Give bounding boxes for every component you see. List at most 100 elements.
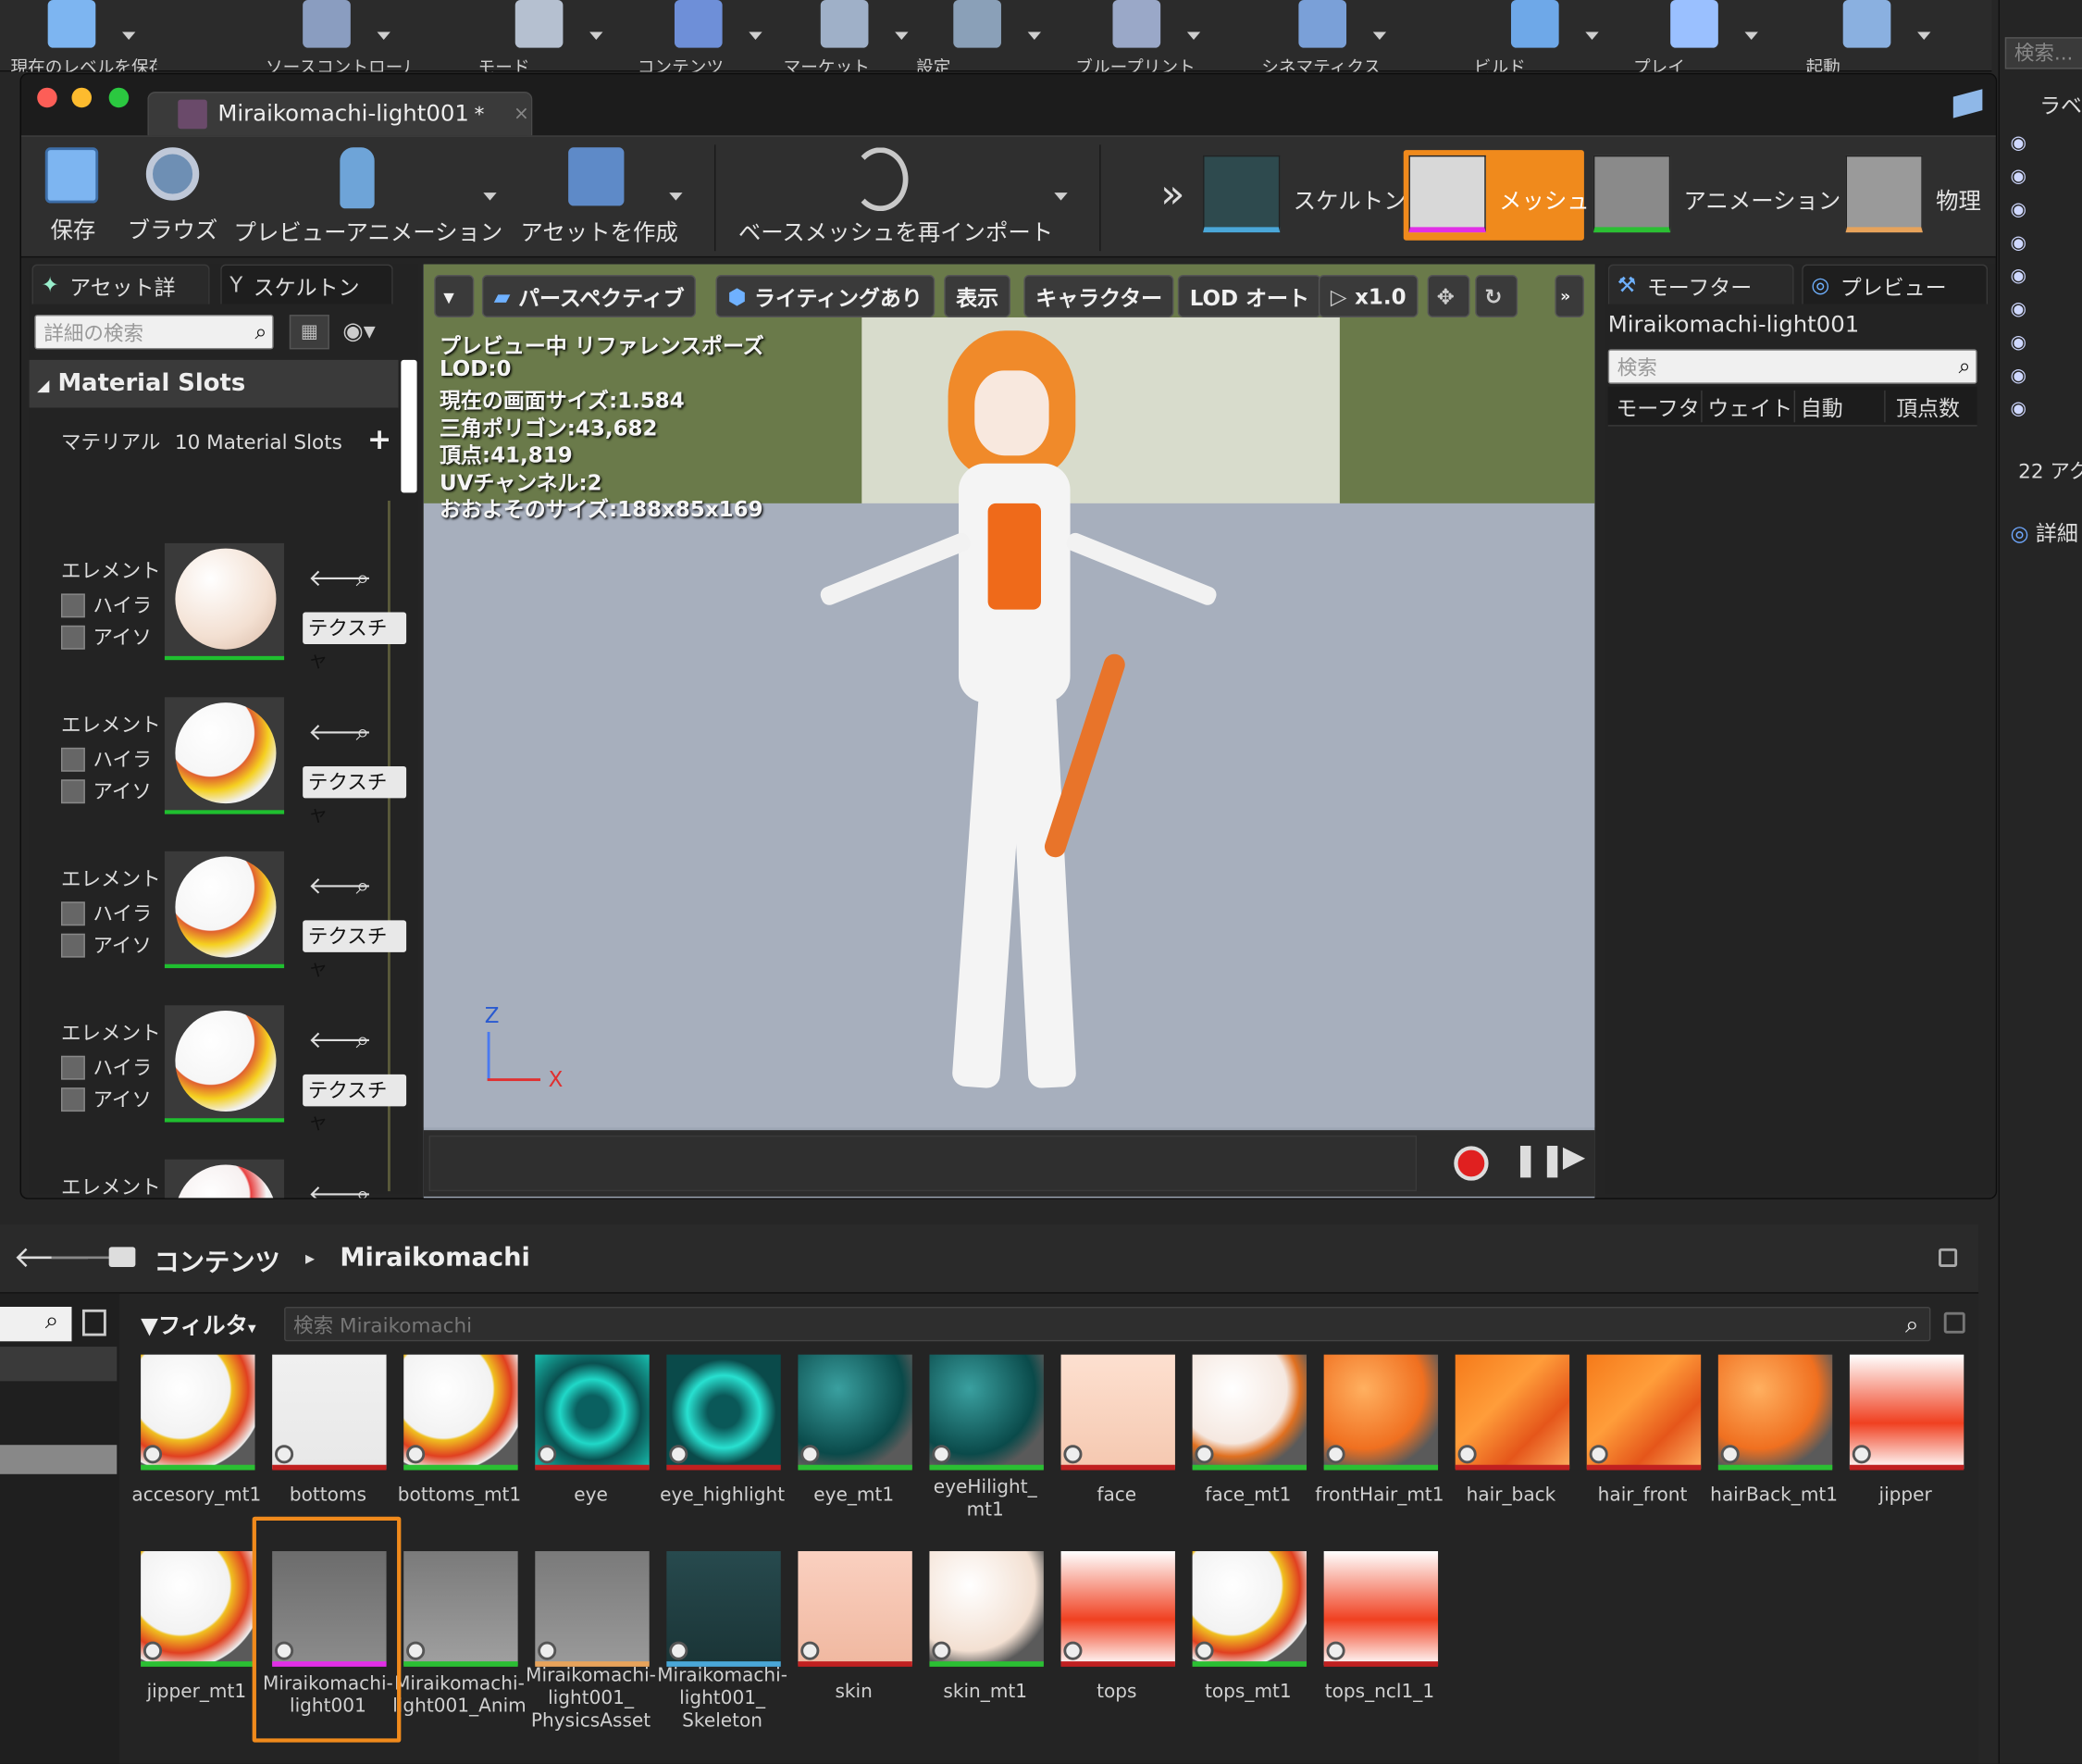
details-search-input[interactable]: 詳細の検索 ⌕ (34, 315, 274, 350)
content-search-input[interactable]: 検索 Miraikomachi ⌕ (284, 1306, 1931, 1342)
reimport-base-mesh-button[interactable]: ベースメッシュを再インポート (738, 147, 1084, 247)
asset-tile[interactable]: jipper_mt1 (135, 1551, 257, 1750)
browse-magnifier-icon[interactable]: ⌕ (356, 1181, 369, 1199)
add-material-slot-button[interactable]: + (367, 424, 391, 457)
timeline-scrubber[interactable] (428, 1135, 1418, 1192)
material-slots-header[interactable]: ◢ Material Slots (29, 359, 399, 408)
filters-button[interactable]: ▼フィルタ▾ (141, 1307, 256, 1340)
document-tab[interactable]: Miraikomachi-light001 * × (147, 92, 533, 136)
isolate-checkbox[interactable] (61, 779, 85, 804)
asset-tile[interactable]: eye_mt1 (793, 1354, 915, 1554)
preview-viewport[interactable]: ▾ ▰ パースペクティブ ⬢ ライティングあり 表示 キャラクター LOD オー… (423, 264, 1595, 1199)
physics-mode-tab[interactable]: 物理 (1845, 150, 1992, 241)
asset-tile[interactable]: tops (1056, 1551, 1178, 1750)
column-weight[interactable]: ウェイト (1701, 390, 1793, 422)
lighting-button[interactable]: ⬢ ライティングあり (715, 275, 935, 317)
lod-button[interactable]: LOD オート (1177, 275, 1321, 317)
asset-tile[interactable]: tops_mt1 (1187, 1551, 1309, 1750)
asset-tile[interactable]: frontHair_mt1 (1315, 1354, 1444, 1554)
skeleton-mode-tab[interactable]: スケルトン (1203, 150, 1407, 241)
main-toolbar-floppy-button[interactable]: 現在のレベルを保存 (10, 0, 156, 71)
save-button[interactable]: 保存 (43, 147, 109, 244)
texture-dropdown[interactable]: テクスチャ (303, 765, 407, 826)
character-button[interactable]: キャラクター (1023, 275, 1175, 317)
texture-dropdown[interactable]: テクスチャ (303, 1074, 407, 1134)
highlight-checkbox[interactable] (61, 901, 85, 926)
perspective-button[interactable]: ▰ パースペクティブ (481, 275, 697, 317)
main-toolbar-blueprint-button[interactable]: ブループリント (1075, 0, 1201, 71)
playback-speed-button[interactable]: ▷ x1.0 (1318, 275, 1419, 317)
main-toolbar-settings-button[interactable]: 設定 (916, 0, 1042, 71)
chevron-down-icon[interactable] (669, 193, 683, 201)
chevron-down-icon[interactable] (1372, 31, 1387, 41)
asset-tile[interactable]: eyeHilight_ mt1 (924, 1354, 1047, 1554)
main-toolbar-launch-button[interactable]: 起動 (1806, 0, 1931, 71)
breadcrumb-root[interactable]: コンテンツ (154, 1243, 279, 1279)
asset-tile[interactable]: hair_back (1450, 1354, 1572, 1554)
browse-magnifier-icon[interactable]: ⌕ (356, 718, 369, 746)
material-thumbnail[interactable] (164, 542, 285, 661)
skeleton-tree-tab[interactable]: Y スケルトン (220, 264, 393, 304)
chevron-down-icon[interactable] (122, 31, 136, 41)
chevron-down-icon[interactable] (1027, 31, 1042, 41)
asset-tile[interactable]: skin (793, 1551, 915, 1750)
viewport-overflow-button[interactable]: » (1555, 275, 1584, 317)
details-tab[interactable]: ◎ 詳細 (2011, 516, 2078, 547)
chevron-down-icon[interactable] (1186, 31, 1201, 41)
source-tree-row-highlight[interactable] (0, 1445, 118, 1474)
translate-tool-button[interactable]: ✥ (1427, 275, 1470, 317)
asset-tile[interactable]: face_mt1 (1187, 1354, 1309, 1554)
close-window-button[interactable] (37, 87, 57, 108)
main-toolbar-build-button[interactable]: ビルド (1474, 0, 1599, 71)
chevron-down-icon[interactable] (1585, 31, 1599, 41)
material-thumbnail[interactable] (164, 1159, 285, 1199)
main-toolbar-modes-button[interactable]: モード (478, 0, 603, 71)
highlight-checkbox[interactable] (61, 1055, 85, 1080)
source-tree-row-selected[interactable] (0, 1347, 118, 1382)
material-thumbnail[interactable] (164, 851, 285, 969)
preview-settings-tab[interactable]: ◎ プレビュー (1802, 264, 1989, 304)
chevron-down-icon[interactable] (1744, 31, 1758, 41)
asset-tile[interactable]: bottoms (266, 1354, 389, 1554)
isolate-checkbox[interactable] (61, 933, 85, 958)
details-scrollbar[interactable] (401, 359, 417, 493)
isolate-checkbox[interactable] (61, 1087, 85, 1112)
column-morph-target[interactable]: モーフタ (1608, 390, 1701, 421)
asset-details-tab[interactable]: ✦ アセット詳 (31, 264, 210, 304)
step-forward-button[interactable]: ▶ (1563, 1141, 1585, 1174)
morph-search-input[interactable]: 検索 ⌕ (1607, 349, 1977, 384)
main-toolbar-content-button[interactable]: コンテンツ (638, 0, 762, 71)
asset-tile[interactable]: face (1056, 1354, 1178, 1554)
breadcrumb-folder[interactable]: Miraikomachi (340, 1243, 530, 1273)
minimize-window-button[interactable] (71, 87, 93, 108)
material-thumbnail[interactable] (164, 1005, 285, 1123)
asset-tile[interactable]: hair_front (1581, 1354, 1704, 1554)
browse-button[interactable]: ブラウズ (128, 147, 220, 244)
main-toolbar-source-control-button[interactable]: ソースコントロール (266, 0, 412, 71)
rotate-tool-button[interactable]: ↻ (1475, 275, 1518, 317)
sources-search-input[interactable] (0, 1306, 72, 1342)
main-toolbar-play-button[interactable]: プレイ (1633, 0, 1758, 71)
create-asset-button[interactable]: アセットを作成 (521, 147, 694, 247)
asset-tile[interactable]: bottoms_mt1 (398, 1354, 521, 1554)
asset-tile[interactable]: skin_mt1 (924, 1551, 1047, 1750)
material-thumbnail[interactable] (164, 697, 285, 814)
chevron-down-icon[interactable] (749, 31, 762, 41)
lock-icon[interactable] (1939, 1248, 1958, 1267)
column-vertex-count[interactable]: 頂点数 (1884, 390, 1977, 422)
asset-tile[interactable]: Miraikomachi- light001 (263, 1551, 393, 1750)
asset-tile[interactable]: accesory_mt1 (131, 1354, 261, 1554)
highlight-checkbox[interactable] (61, 747, 85, 772)
chevron-down-icon[interactable] (1054, 193, 1068, 201)
asset-tile[interactable]: eye_highlight (660, 1354, 785, 1554)
chevron-down-icon[interactable] (1917, 31, 1931, 41)
list-view-icon[interactable] (81, 1309, 106, 1336)
chevron-down-icon[interactable] (377, 31, 390, 41)
blueprint-hat-icon[interactable] (1952, 89, 1983, 118)
save-search-icon[interactable] (1943, 1311, 1965, 1334)
visibility-eye-icon[interactable]: ◉▾ (342, 317, 376, 345)
viewport-options-dropdown[interactable]: ▾ (434, 275, 475, 317)
highlight-checkbox[interactable] (61, 593, 85, 618)
chevron-down-icon[interactable] (895, 31, 909, 41)
texture-dropdown[interactable]: テクスチャ (303, 920, 407, 980)
